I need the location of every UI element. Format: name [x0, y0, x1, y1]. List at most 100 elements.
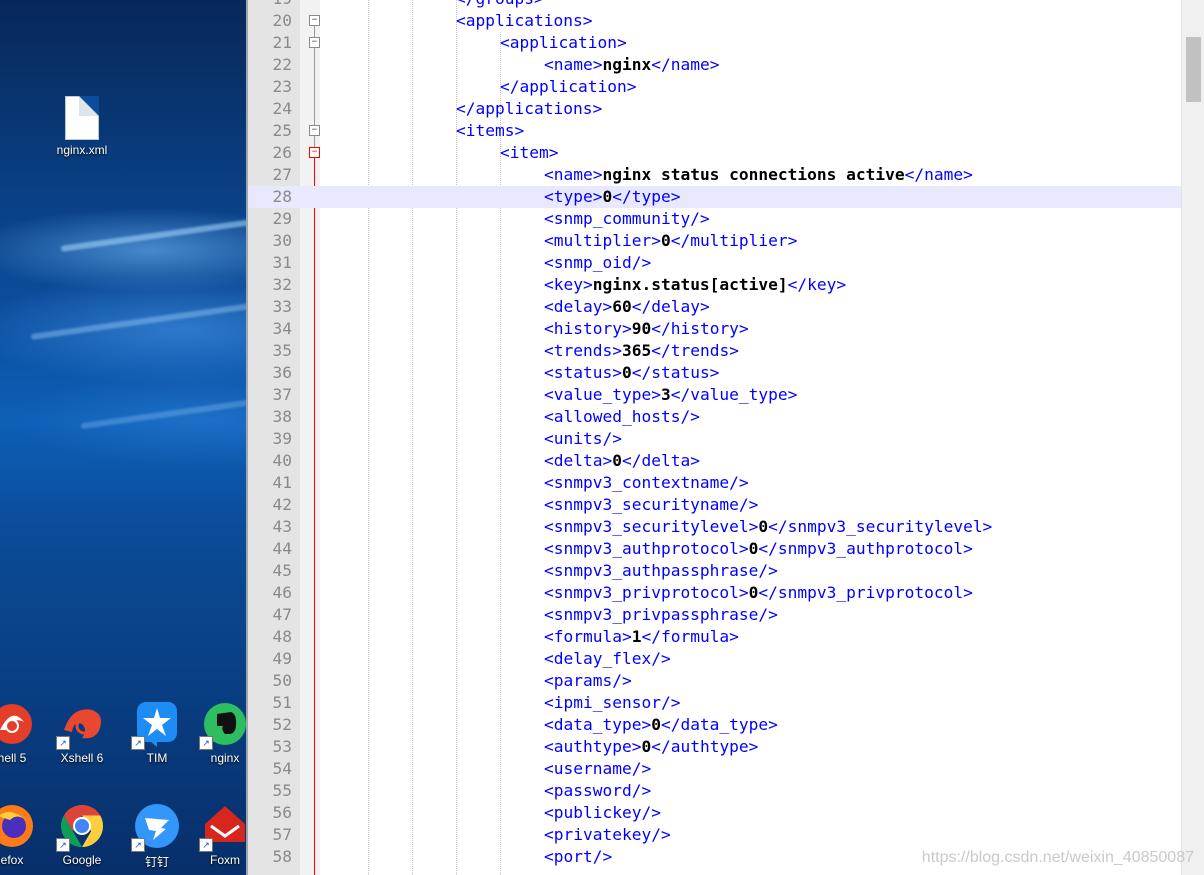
- desktop-background: nginx.xml hell 5 ↗ Xshell 6 ↗ TIM ↗ ngin…: [0, 0, 246, 875]
- xml-tag: </name>: [651, 55, 720, 74]
- line-number: 25: [272, 121, 293, 140]
- line-number: 38: [272, 407, 293, 426]
- xml-tag: <item>: [500, 143, 559, 162]
- foxmail-icon: ↗: [199, 802, 246, 852]
- desktop-icon-label: 钉钉: [144, 855, 169, 869]
- code-line[interactable]: 37 <value_type>3</value_type>: [248, 384, 1183, 406]
- code-line[interactable]: 44 <snmpv3_authprotocol>0</snmpv3_authpro…: [248, 538, 1183, 560]
- desktop-file-nginx-xml[interactable]: nginx.xml: [46, 96, 118, 157]
- code-text: <item>: [500, 142, 558, 164]
- code-line[interactable]: 20 − <applications>: [248, 10, 1183, 32]
- desktop-shortcut-tim[interactable]: ↗ TIM: [121, 700, 193, 765]
- code-line[interactable]: 42 <snmpv3_securityname/>: [248, 494, 1183, 516]
- fold-toggle-icon[interactable]: −: [309, 125, 320, 136]
- code-line[interactable]: 41 <snmpv3_contextname/>: [248, 472, 1183, 494]
- desktop-icon-label: Foxm: [210, 853, 240, 867]
- code-line[interactable]: 19 </groups>: [248, 0, 1183, 10]
- code-line[interactable]: 55 <password/>: [248, 780, 1183, 802]
- code-line[interactable]: 25 − <items>: [248, 120, 1183, 142]
- code-text: <snmpv3_privpassphrase/>: [544, 604, 778, 626]
- text-editor-window[interactable]: 19 </groups> 20 − <applications> 21 − <applicat…: [246, 0, 1204, 875]
- line-number: 32: [272, 275, 293, 294]
- code-line[interactable]: 50 <params/>: [248, 670, 1183, 692]
- dingtalk-icon: ↗: [131, 802, 181, 852]
- xml-value: 0: [758, 517, 769, 536]
- code-text: <snmpv3_securityname/>: [544, 494, 758, 516]
- code-line[interactable]: 49 <delay_flex/>: [248, 648, 1183, 670]
- code-line[interactable]: 21 − <application>: [248, 32, 1183, 54]
- xml-tag: </name>: [904, 165, 973, 184]
- code-line[interactable]: 29 <snmp_community/>: [248, 208, 1183, 230]
- code-text: <name>nginx</name>: [544, 54, 719, 76]
- code-text: <units/>: [544, 428, 622, 450]
- code-line[interactable]: 40 <delta>0</delta>: [248, 450, 1183, 472]
- code-line[interactable]: 52 <data_type>0</data_type>: [248, 714, 1183, 736]
- code-line[interactable]: 46 <snmpv3_privprotocol>0</snmpv3_privpro…: [248, 582, 1183, 604]
- desktop-shortcut-nginx[interactable]: ↗ nginx: [189, 700, 246, 765]
- desktop-shortcut-google-chrome[interactable]: ↗ Google: [46, 802, 118, 867]
- xml-tag: <units/>: [544, 429, 622, 448]
- line-number: 47: [272, 605, 293, 624]
- code-line[interactable]: 53 <authtype>0</authtype>: [248, 736, 1183, 758]
- code-line[interactable]: 23 </application>: [248, 76, 1183, 98]
- code-text: </applications>: [456, 98, 602, 120]
- xml-tag: </type>: [612, 187, 681, 206]
- code-line[interactable]: 56 <publickey/>: [248, 802, 1183, 824]
- fold-toggle-icon[interactable]: −: [309, 15, 320, 26]
- code-line[interactable]: 31 <snmp_oid/>: [248, 252, 1183, 274]
- desktop-shortcut-xshell-5[interactable]: hell 5: [0, 700, 48, 765]
- code-line[interactable]: 27 <name>nginx status connections active<…: [248, 164, 1183, 186]
- scrollbar-thumb[interactable]: [1186, 37, 1201, 102]
- fold-toggle-icon[interactable]: −: [309, 147, 320, 158]
- shortcut-arrow-icon: ↗: [199, 736, 213, 750]
- code-line[interactable]: 39 <units/>: [248, 428, 1183, 450]
- chrome-icon: ↗: [56, 802, 106, 852]
- xml-tag: <authtype>: [544, 737, 642, 756]
- line-number: 37: [272, 385, 293, 404]
- desktop-icon-label: Google: [62, 853, 102, 867]
- shortcut-arrow-icon: ↗: [56, 838, 70, 852]
- xml-tag: <name>: [544, 55, 603, 74]
- shortcut-arrow-icon: ↗: [131, 736, 145, 750]
- desktop-shortcut-xshell-6[interactable]: ↗ Xshell 6: [46, 700, 118, 765]
- xml-tag: <params/>: [544, 671, 632, 690]
- desktop-icon-label: Xshell 6: [60, 751, 104, 765]
- vertical-scrollbar[interactable]: [1181, 0, 1204, 875]
- xml-tag: <items>: [456, 121, 525, 140]
- code-text: <value_type>3</value_type>: [544, 384, 797, 406]
- wallpaper-light-beam: [30, 302, 246, 340]
- code-line[interactable]: 22 <name>nginx</name>: [248, 54, 1183, 76]
- code-line[interactable]: 57 <privatekey/>: [248, 824, 1183, 846]
- xml-tag: <history>: [544, 319, 632, 338]
- xml-value: 60: [612, 297, 632, 316]
- code-line[interactable]: 35 <trends>365</trends>: [248, 340, 1183, 362]
- xml-tag: </trends>: [651, 341, 739, 360]
- code-line[interactable]: 33 <delay>60</delay>: [248, 296, 1183, 318]
- line-number: 52: [272, 715, 293, 734]
- code-line[interactable]: 34 <history>90</history>: [248, 318, 1183, 340]
- code-line[interactable]: 43 <snmpv3_securitylevel>0</snmpv3_securi…: [248, 516, 1183, 538]
- desktop-shortcut-dingding[interactable]: ↗ 钉钉: [121, 802, 193, 870]
- xml-tag: <privatekey/>: [544, 825, 671, 844]
- code-line[interactable]: 32 <key>nginx.status[active]</key>: [248, 274, 1183, 296]
- code-line[interactable]: 24 </applications>: [248, 98, 1183, 120]
- code-line[interactable]: 51 <ipmi_sensor/>: [248, 692, 1183, 714]
- desktop-shortcut-firefox[interactable]: efox: [0, 802, 48, 867]
- xml-value: 0: [621, 363, 632, 382]
- xml-tag: </multiplier>: [670, 231, 798, 250]
- xml-tag: </snmpv3_securitylevel>: [768, 517, 993, 536]
- code-line[interactable]: 45 <snmpv3_authpassphrase/>: [248, 560, 1183, 582]
- code-line[interactable]: 36 <status>0</status>: [248, 362, 1183, 384]
- desktop-icon-label: hell 5: [0, 751, 27, 765]
- code-text: <port/>: [544, 846, 612, 868]
- code-line[interactable]: 26 − <item>: [248, 142, 1183, 164]
- code-line[interactable]: 28 <type>0</type>: [248, 186, 1183, 208]
- fold-toggle-icon[interactable]: −: [309, 37, 320, 48]
- desktop-shortcut-foxmail[interactable]: ↗ Foxm: [189, 802, 246, 867]
- code-line[interactable]: 38 <allowed_hosts/>: [248, 406, 1183, 428]
- code-line[interactable]: 48 <formula>1</formula>: [248, 626, 1183, 648]
- code-line[interactable]: 54 <username/>: [248, 758, 1183, 780]
- xml-tag: <port/>: [544, 847, 613, 866]
- code-line[interactable]: 47 <snmpv3_privpassphrase/>: [248, 604, 1183, 626]
- code-line[interactable]: 30 <multiplier>0</multiplier>: [248, 230, 1183, 252]
